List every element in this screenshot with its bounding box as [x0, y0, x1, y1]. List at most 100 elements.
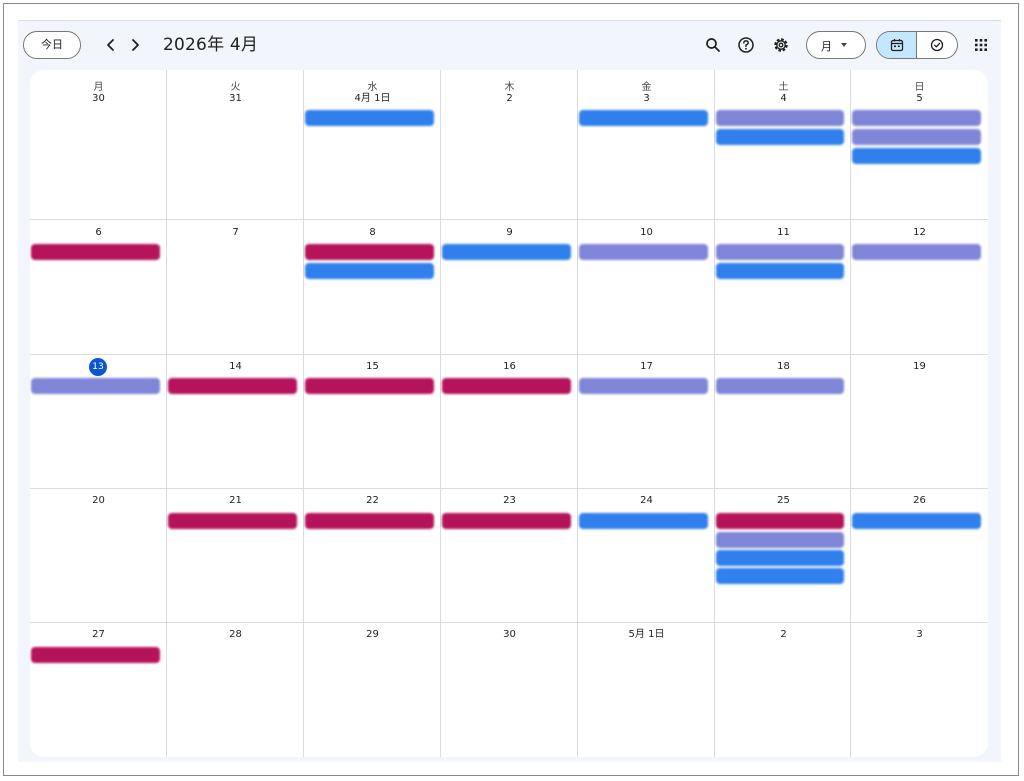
row-divider	[30, 354, 988, 355]
calendar-view-button[interactable]	[877, 32, 917, 58]
event-chip[interactable]	[852, 148, 981, 164]
today-button[interactable]: 今日	[23, 31, 81, 59]
event-chip[interactable]	[716, 513, 844, 529]
chevron-down-icon	[841, 43, 847, 47]
chevron-left-icon[interactable]	[100, 34, 122, 56]
today-indicator[interactable]: 13	[89, 358, 107, 376]
day-number[interactable]: 3	[578, 92, 715, 106]
event-chip[interactable]	[442, 513, 571, 529]
event-chip[interactable]	[716, 110, 844, 126]
event-chip[interactable]	[31, 647, 160, 663]
page-title: 2026年 4月	[163, 35, 259, 55]
day-number[interactable]: 6	[30, 226, 167, 240]
weekday-sat: 土	[778, 82, 789, 93]
day-number[interactable]: 25	[715, 494, 852, 508]
event-chip[interactable]	[579, 513, 708, 529]
weekday-tue: 火	[230, 82, 241, 93]
day-number[interactable]: 31	[167, 92, 304, 106]
check-circle-icon	[930, 38, 944, 52]
day-number[interactable]: 5月 1日	[578, 628, 715, 642]
day-number[interactable]: 4月 1日	[304, 92, 441, 106]
event-chip[interactable]	[716, 263, 844, 279]
event-chip[interactable]	[442, 378, 571, 394]
help-icon[interactable]	[735, 34, 757, 56]
event-chip[interactable]	[716, 550, 844, 566]
weekday-thu: 木	[504, 82, 515, 93]
day-number[interactable]: 15	[304, 360, 441, 374]
calendar-app: 今日 2026年 4月 月 月 火 水 木 金 土 日 30 31 4月 1日 …	[18, 20, 1001, 762]
day-number[interactable]: 16	[441, 360, 578, 374]
event-chip[interactable]	[442, 244, 571, 260]
month-grid: 月 火 水 木 金 土 日 30 31 4月 1日 2 3 4 5 6 7 8 …	[30, 70, 988, 757]
day-number[interactable]: 30	[441, 628, 578, 642]
event-chip[interactable]	[305, 110, 434, 126]
weekday-sun: 日	[914, 82, 925, 93]
column-divider	[303, 70, 304, 757]
event-chip[interactable]	[31, 244, 160, 260]
event-chip[interactable]	[31, 378, 160, 394]
day-number[interactable]: 8	[304, 226, 441, 240]
column-divider	[714, 70, 715, 757]
event-chip[interactable]	[168, 513, 297, 529]
day-number[interactable]: 14	[167, 360, 304, 374]
column-divider	[850, 70, 851, 757]
chevron-right-icon[interactable]	[124, 34, 146, 56]
row-divider	[30, 488, 988, 489]
event-chip[interactable]	[852, 129, 981, 145]
column-divider	[440, 70, 441, 757]
weekday-fri: 金	[641, 82, 652, 93]
day-number[interactable]: 5	[851, 92, 988, 106]
day-number[interactable]: 12	[851, 226, 988, 240]
view-toggle[interactable]	[876, 31, 958, 59]
weekday-mon: 月	[93, 82, 104, 93]
event-chip[interactable]	[579, 244, 708, 260]
event-chip[interactable]	[305, 378, 434, 394]
event-chip[interactable]	[305, 244, 434, 260]
event-chip[interactable]	[305, 263, 434, 279]
day-number[interactable]: 18	[715, 360, 852, 374]
search-icon[interactable]	[702, 34, 724, 56]
event-chip[interactable]	[716, 568, 844, 584]
day-number[interactable]: 2	[715, 628, 852, 642]
day-number[interactable]: 26	[851, 494, 988, 508]
day-number[interactable]: 23	[441, 494, 578, 508]
row-divider	[30, 622, 988, 623]
day-number[interactable]: 24	[578, 494, 715, 508]
day-number[interactable]: 2	[441, 92, 578, 106]
day-number[interactable]: 19	[851, 360, 988, 374]
tasks-view-button[interactable]	[917, 32, 957, 58]
event-chip[interactable]	[579, 378, 708, 394]
event-chip[interactable]	[716, 378, 844, 394]
event-chip[interactable]	[716, 129, 844, 145]
event-chip[interactable]	[579, 110, 708, 126]
weekday-wed: 水	[367, 82, 378, 93]
day-number[interactable]: 3	[851, 628, 988, 642]
day-number[interactable]: 10	[578, 226, 715, 240]
day-number[interactable]: 20	[30, 494, 167, 508]
view-selector-label: 月	[821, 40, 832, 53]
view-selector[interactable]: 月	[806, 31, 866, 59]
top-divider	[18, 20, 1001, 21]
day-number[interactable]: 9	[441, 226, 578, 240]
event-chip[interactable]	[716, 244, 844, 260]
event-chip[interactable]	[852, 110, 981, 126]
row-divider	[30, 219, 988, 220]
day-number[interactable]: 29	[304, 628, 441, 642]
day-number[interactable]: 7	[167, 226, 304, 240]
day-number[interactable]: 11	[715, 226, 852, 240]
day-number[interactable]: 22	[304, 494, 441, 508]
day-number[interactable]: 30	[30, 92, 167, 106]
day-number[interactable]: 27	[30, 628, 167, 642]
day-number[interactable]: 21	[167, 494, 304, 508]
event-chip[interactable]	[168, 378, 297, 394]
day-number[interactable]: 17	[578, 360, 715, 374]
day-number[interactable]: 4	[715, 92, 852, 106]
event-chip[interactable]	[852, 513, 981, 529]
apps-grid-icon[interactable]	[970, 34, 992, 56]
event-chip[interactable]	[852, 244, 981, 260]
gear-icon[interactable]	[770, 34, 792, 56]
column-divider	[577, 70, 578, 757]
event-chip[interactable]	[305, 513, 434, 529]
day-number[interactable]: 28	[167, 628, 304, 642]
event-chip[interactable]	[716, 532, 844, 548]
